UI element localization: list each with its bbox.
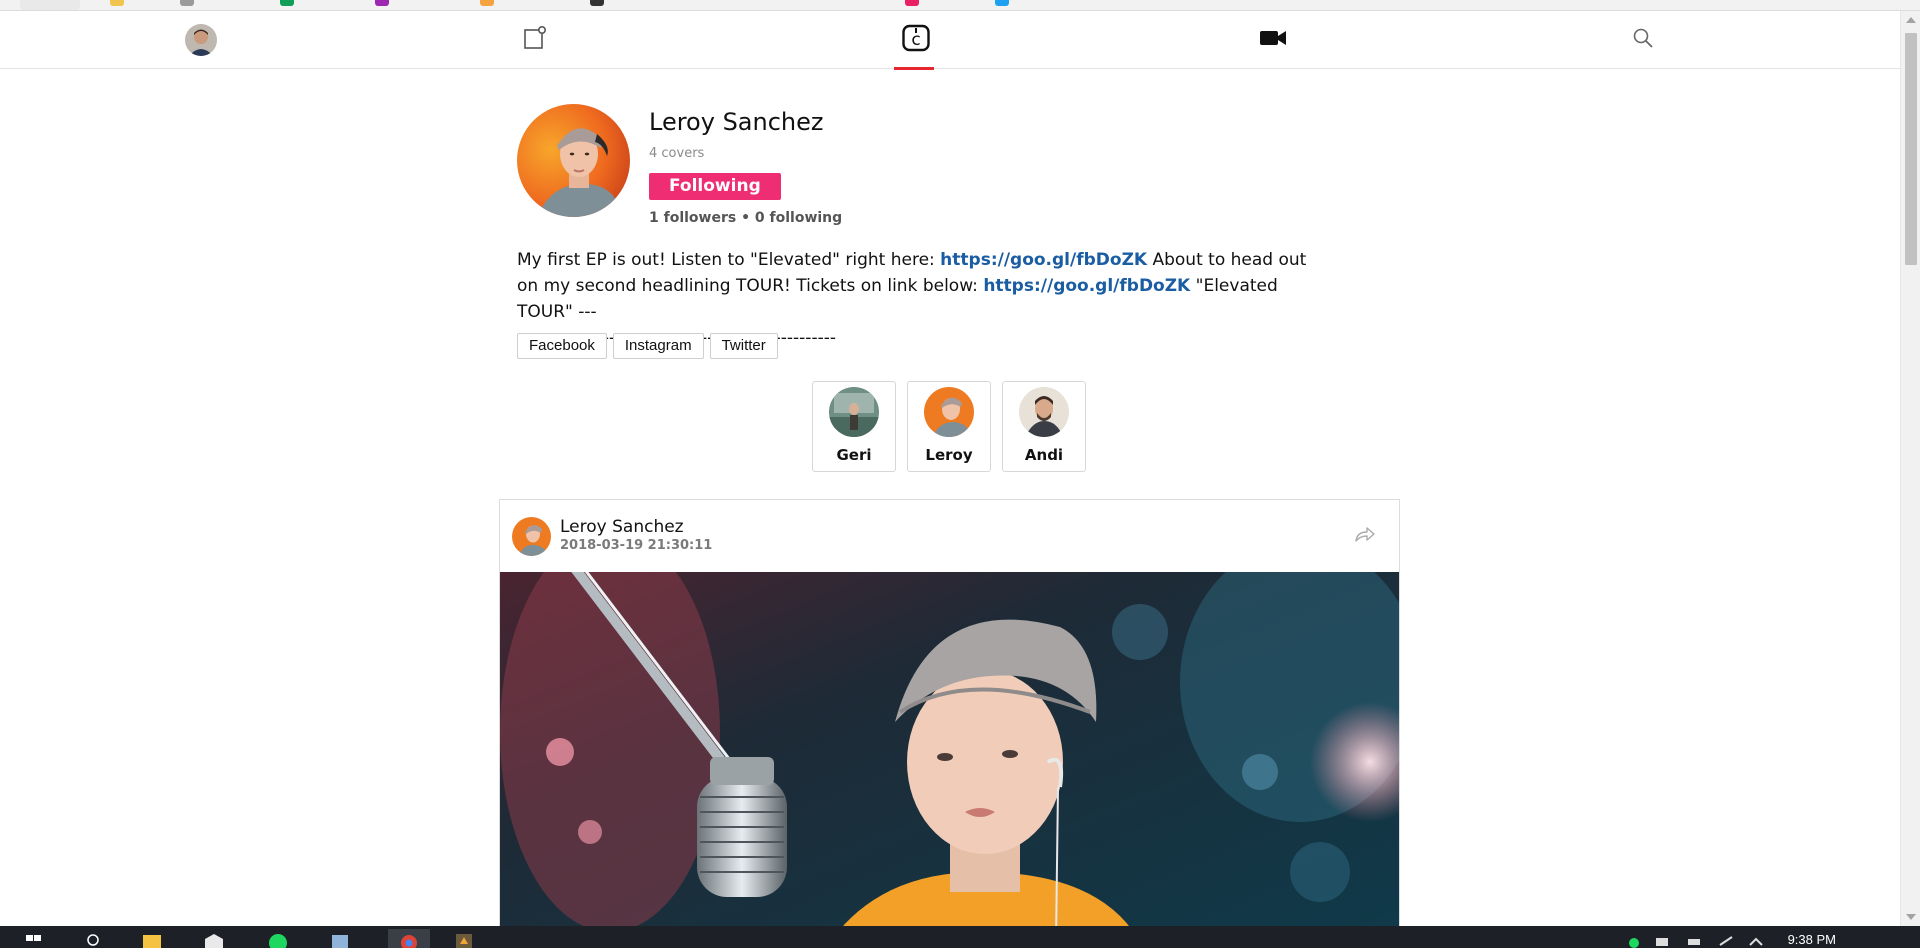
social-links: Facebook Instagram Twitter — [517, 333, 778, 359]
share-button[interactable] — [1353, 524, 1377, 544]
profile-name: Leroy Sanchez — [649, 108, 824, 136]
nav-profile[interactable] — [176, 11, 226, 69]
bookmarks-bar — [0, 0, 1920, 11]
search-icon — [1632, 27, 1654, 53]
nav-search[interactable] — [1618, 11, 1668, 69]
scroll-up-arrow-icon[interactable] — [1906, 17, 1916, 23]
collaborator-card-geri[interactable]: Geri — [812, 381, 896, 472]
bookmark-icon[interactable] — [180, 0, 194, 6]
clock-time[interactable]: 9:38 PM — [1788, 932, 1836, 947]
nav-video[interactable] — [1248, 11, 1298, 69]
instagram-link[interactable]: Instagram — [612, 333, 704, 359]
collaborator-card-andi[interactable]: Andi — [1002, 381, 1086, 472]
bio-text: My first EP is out! Listen to "Elevated"… — [517, 250, 941, 270]
bookmark-icon[interactable] — [280, 0, 294, 6]
bookmark-icon[interactable] — [995, 0, 1009, 6]
chrome-icon[interactable] — [388, 929, 430, 951]
page-scrollbar[interactable] — [1900, 11, 1920, 926]
post-author[interactable]: Leroy Sanchez — [560, 517, 684, 537]
windows-start-icon[interactable] — [22, 929, 46, 948]
search-icon[interactable] — [82, 929, 106, 948]
share-icon — [1353, 527, 1377, 548]
twitter-link[interactable]: Twitter — [709, 333, 778, 359]
app-icon[interactable] — [328, 929, 352, 948]
post-video-thumbnail[interactable] — [500, 572, 1399, 938]
collaborator-card-leroy[interactable]: Leroy — [907, 381, 991, 472]
bookmark-icon[interactable] — [480, 0, 494, 6]
profile-meta: Leroy Sanchez 4 covers Following 1 follo… — [649, 108, 842, 226]
post-header: Leroy Sanchez 2018-03-19 21:30:11 — [500, 500, 1399, 572]
scroll-thumb[interactable] — [1905, 33, 1917, 265]
collaborator-name: Andi — [1024, 446, 1064, 464]
follow-stats[interactable]: 1 followers • 0 following — [649, 210, 842, 226]
avatar[interactable] — [512, 517, 551, 556]
active-tab-indicator — [894, 67, 934, 70]
following-button[interactable]: Following — [649, 173, 781, 200]
bookmark-tab[interactable] — [20, 0, 80, 10]
nav-compose[interactable] — [510, 11, 560, 69]
post-card: Leroy Sanchez 2018-03-19 21:30:11 — [499, 499, 1400, 939]
compose-icon — [522, 25, 548, 55]
app-icon[interactable] — [452, 929, 476, 948]
folder-icon[interactable] — [110, 0, 124, 6]
user-avatar — [185, 24, 217, 56]
avatar — [924, 387, 974, 437]
collaborator-name: Leroy — [925, 446, 973, 464]
covers-count[interactable]: 4 covers — [649, 146, 842, 161]
bookmark-icon[interactable] — [905, 0, 919, 6]
file-explorer-icon[interactable] — [140, 929, 164, 948]
collaborator-name: Geri — [836, 446, 872, 464]
c-logo-icon: c — [901, 23, 931, 57]
collaborator-list: Geri Leroy Andi — [812, 381, 1086, 472]
bio-link[interactable]: https://goo.gl/fbDoZK — [940, 250, 1147, 270]
bookmark-icon[interactable] — [590, 0, 604, 6]
bookmark-icon[interactable] — [375, 0, 389, 6]
bio-link[interactable]: https://goo.gl/fbDoZK — [983, 276, 1190, 296]
tray-icons[interactable] — [1628, 929, 1763, 948]
top-navigation: c — [0, 11, 1900, 70]
nav-covers[interactable]: c — [891, 11, 941, 70]
post-timestamp: 2018-03-19 21:30:11 — [560, 538, 713, 553]
store-icon[interactable] — [202, 929, 226, 948]
profile-avatar — [517, 104, 630, 217]
avatar — [829, 387, 879, 437]
os-taskbar: 9:38 PM — [0, 926, 1920, 952]
avatar — [1019, 387, 1069, 437]
facebook-link[interactable]: Facebook — [517, 333, 607, 359]
video-camera-icon — [1259, 28, 1287, 52]
spotify-icon[interactable] — [266, 929, 290, 952]
scroll-down-arrow-icon[interactable] — [1906, 914, 1916, 920]
